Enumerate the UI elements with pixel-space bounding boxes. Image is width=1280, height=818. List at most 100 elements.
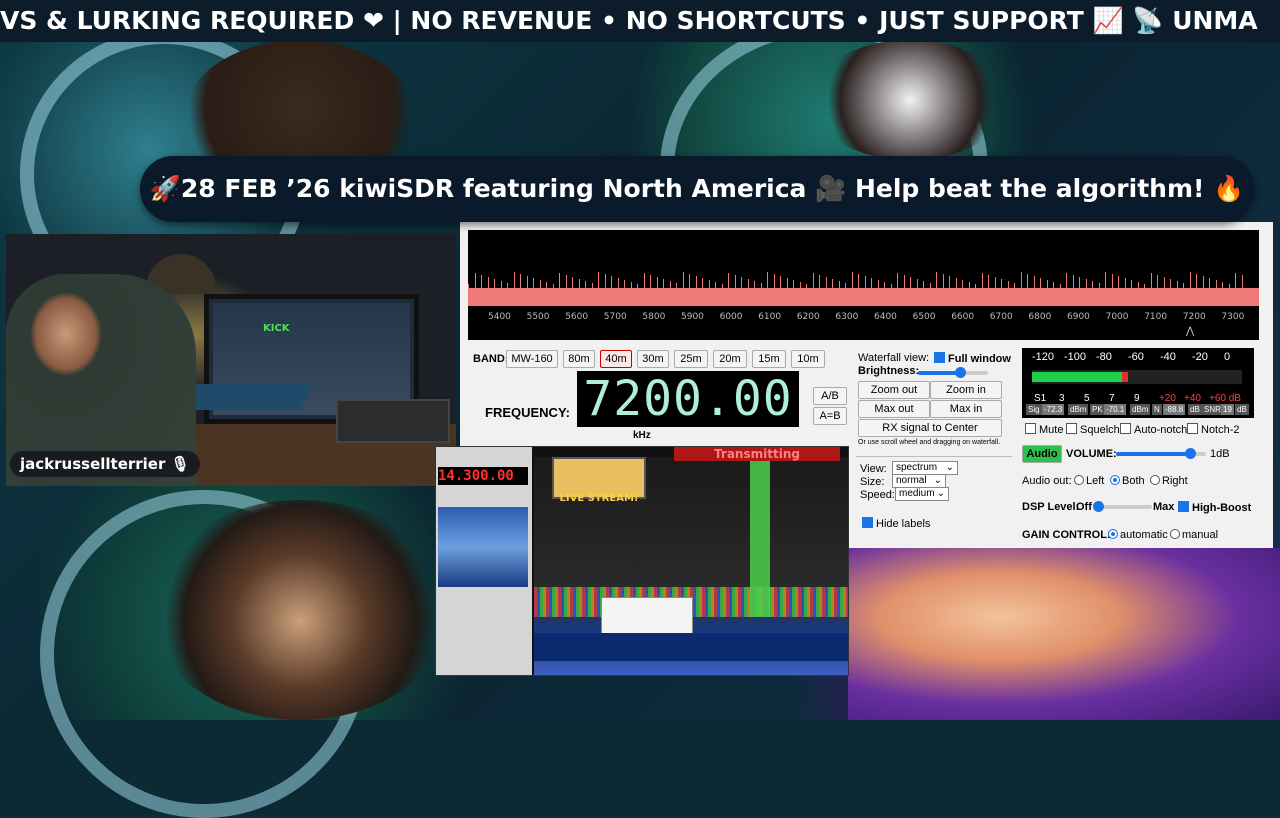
spectrum-spike — [689, 274, 690, 288]
spectrum-spike — [513, 272, 515, 288]
band-button-40m[interactable]: 40m — [600, 350, 632, 368]
surprised-woman-illustration — [848, 548, 1280, 720]
max-in-button[interactable]: Max in — [930, 400, 1002, 418]
spectrum-spike — [871, 278, 872, 288]
high-boost-checkbox[interactable]: High-Boost — [1178, 501, 1251, 514]
spectrum-spike — [799, 282, 801, 288]
spectrum-display[interactable]: 5400 5500 5600 5700 5800 5900 6000 6100 6200 6300… — [468, 230, 1259, 340]
spectrum-spike — [793, 280, 794, 288]
dsp-level-slider-knob[interactable] — [1093, 501, 1104, 512]
audio-left-radio-dot[interactable] — [1074, 475, 1084, 485]
band-button-25m[interactable]: 25m — [674, 350, 708, 368]
band-button-30m[interactable]: 30m — [637, 350, 669, 368]
scrolling-ticker: VS & LURKING REQUIRED ❤ | NO REVENUE • N… — [0, 0, 1280, 42]
spectrum-spike — [962, 280, 963, 288]
squelch-checkbox[interactable]: Squelch — [1066, 423, 1120, 436]
size-select-value: normal — [896, 475, 927, 486]
audio-right-radio[interactable]: Right — [1150, 475, 1188, 487]
volume-slider-knob[interactable] — [1184, 448, 1196, 459]
size-select[interactable]: normal ⌄ — [892, 474, 946, 488]
speed-label: Speed: — [860, 489, 895, 501]
spectrum-spike — [533, 278, 534, 288]
vfo-ab-button[interactable]: A/B — [813, 387, 847, 405]
spectrum-spike — [715, 282, 716, 288]
spectrum-spike — [1222, 282, 1223, 288]
audio-right-radio-dot[interactable] — [1150, 475, 1160, 485]
brightness-slider-knob[interactable] — [955, 367, 966, 378]
spectrum-axis-tick: 6800 — [1028, 312, 1052, 322]
speed-select[interactable]: medium ⌄ — [895, 487, 949, 501]
notch2-label: Notch-2 — [1201, 424, 1240, 436]
band-button-10m[interactable]: 10m — [791, 350, 825, 368]
spectrum-axis-tick: 5400 — [488, 312, 511, 322]
gain-auto-radio[interactable]: automatic — [1108, 529, 1168, 541]
spectrum-axis-tick: 5700 — [603, 312, 627, 322]
zoom-out-button[interactable]: Zoom out — [858, 381, 930, 399]
autonotch-checkbox[interactable]: Auto-notch — [1120, 423, 1187, 436]
spectrum-spike — [806, 284, 807, 288]
s-meter-peak — [1122, 372, 1128, 382]
spectrum-spike — [845, 283, 846, 288]
spectrum-spike — [968, 282, 970, 288]
spectrum-spike — [500, 281, 502, 288]
rx-center-button[interactable]: RX signal to Center — [858, 419, 1002, 437]
audio-both-radio[interactable]: Both — [1110, 475, 1145, 487]
frequency-display[interactable]: 7200.00 — [577, 371, 799, 427]
frequency-label: FREQUENCY: — [485, 405, 570, 420]
vfo-a-equals-b-button[interactable]: A=B — [813, 407, 847, 425]
dog-with-headphones-illustration — [150, 500, 450, 720]
spectrum-spike — [936, 272, 937, 288]
spectrum-spike — [591, 283, 593, 288]
gain-auto-radio-dot[interactable] — [1108, 529, 1118, 539]
band-button-80m[interactable]: 80m — [563, 350, 595, 368]
band-button-15m[interactable]: 15m — [752, 350, 786, 368]
high-boost-label: High-Boost — [1192, 502, 1252, 514]
spectrum-spike — [520, 274, 521, 288]
spectrum-spike — [1020, 272, 1022, 288]
band-button-20m[interactable]: 20m — [713, 350, 747, 368]
mute-checkbox-box[interactable] — [1025, 423, 1036, 434]
spectrum-spike — [877, 280, 879, 288]
notch2-checkbox[interactable]: Notch-2 — [1187, 423, 1240, 436]
spectrum-axis-tick: 6200 — [796, 312, 820, 322]
spectrum-spike — [1098, 283, 1100, 288]
notch2-checkbox-box[interactable] — [1187, 423, 1198, 434]
squelch-checkbox-box[interactable] — [1066, 423, 1077, 434]
frequency-unit: kHz — [633, 430, 651, 441]
mute-checkbox[interactable]: Mute — [1025, 423, 1063, 436]
spectrum-spike — [1137, 282, 1139, 288]
spectrum-spike — [923, 281, 924, 288]
tuning-marker-icon: ⋀ — [1186, 326, 1195, 337]
high-boost-checkbox-box[interactable] — [1178, 501, 1189, 512]
hide-labels-checkbox-box[interactable] — [862, 517, 873, 528]
spectrum-spike — [1209, 278, 1210, 288]
view-select[interactable]: spectrum ⌄ — [892, 461, 958, 475]
audio-left-radio[interactable]: Left — [1074, 475, 1104, 487]
gain-manual-radio-dot[interactable] — [1170, 529, 1180, 539]
volume-label: VOLUME: — [1066, 448, 1117, 460]
mute-label: Mute — [1039, 424, 1064, 436]
zoom-in-button[interactable]: Zoom in — [930, 381, 1002, 399]
audio-both-radio-dot[interactable] — [1110, 475, 1120, 485]
max-out-button[interactable]: Max out — [858, 400, 930, 418]
spectrum-axis-tick: 7300 — [1221, 312, 1245, 322]
dsp-off-label: Off — [1076, 501, 1092, 513]
gain-manual-radio[interactable]: manual — [1170, 529, 1218, 541]
spectrum-spike — [1131, 280, 1132, 288]
audio-button[interactable]: Audio — [1022, 445, 1062, 463]
spectrum-spike — [767, 272, 768, 288]
sdr-software-screenshot: 14.300.00 LIVE STREAM! Transmitting — [435, 446, 849, 676]
brightness-slider-fill — [918, 371, 960, 375]
audio-both-label: Both — [1122, 475, 1145, 487]
spectrum-spike — [1228, 284, 1230, 288]
band-button-mw-160[interactable]: MW-160 — [506, 350, 558, 368]
sdr-signal-peak — [750, 457, 770, 617]
spectrum-axis-tick: 6100 — [758, 312, 782, 322]
full-window-label: Full window — [948, 353, 1011, 365]
autonotch-checkbox-box[interactable] — [1120, 423, 1131, 434]
hide-labels-checkbox[interactable]: Hide labels — [862, 517, 930, 530]
pk-label: PK — [1090, 404, 1105, 415]
spectrum-spike — [494, 279, 495, 288]
full-window-checkbox[interactable]: Full window — [934, 352, 1011, 365]
full-window-checkbox-box[interactable] — [934, 352, 945, 363]
